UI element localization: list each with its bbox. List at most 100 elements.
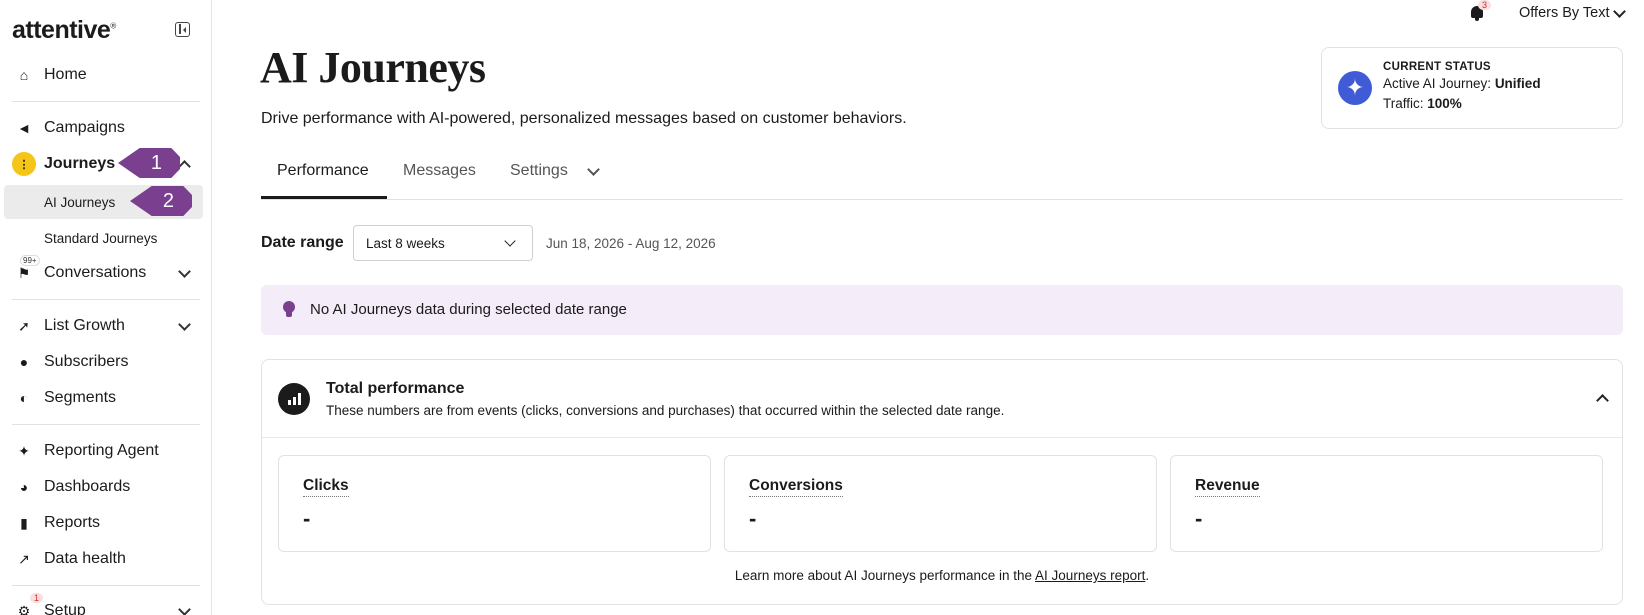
sidebar-item-label: AI Journeys bbox=[44, 194, 116, 210]
megaphone-icon: ◄ bbox=[17, 120, 31, 136]
chevron-up-icon[interactable] bbox=[178, 160, 191, 173]
tab-performance[interactable]: Performance bbox=[277, 162, 369, 180]
sidebar-item-label: Conversations bbox=[44, 264, 147, 281]
sidebar-item-reports[interactable]: ▮ Reports bbox=[0, 508, 211, 538]
metric-label[interactable]: Clicks bbox=[303, 477, 349, 497]
line-chart-icon: ↗ bbox=[18, 550, 30, 567]
sidebar-item-label: Dashboards bbox=[44, 478, 131, 495]
sidebar-divider bbox=[12, 424, 200, 425]
total-performance-card: Total performance These numbers are from… bbox=[261, 359, 1623, 605]
attentive-logo[interactable]: attentive® bbox=[12, 16, 116, 45]
sidebar-item-label: Campaigns bbox=[44, 119, 125, 136]
logo-trademark: ® bbox=[110, 21, 116, 31]
no-data-alert: No AI Journeys data during selected date… bbox=[261, 285, 1623, 335]
sidebar: attentive® ⌂ Home ◄ Campaigns ⋮ Journeys… bbox=[0, 0, 212, 615]
alert-text: No AI Journeys data during selected date… bbox=[310, 301, 627, 318]
sidebar-item-label: Journeys bbox=[44, 155, 116, 172]
card-divider bbox=[262, 437, 1622, 438]
sidebar-item-label: Reporting Agent bbox=[44, 442, 159, 459]
sidebar-item-dashboards[interactable]: ◕ Dashboards bbox=[0, 472, 211, 502]
sidebar-item-home[interactable]: ⌂ Home bbox=[0, 60, 211, 90]
sidebar-divider bbox=[12, 101, 200, 102]
conversations-badge: 99+ bbox=[20, 255, 40, 266]
metric-value: - bbox=[303, 506, 311, 531]
chevron-down-icon[interactable] bbox=[178, 265, 191, 278]
sidebar-item-campaigns[interactable]: ◄ Campaigns bbox=[0, 113, 211, 143]
sidebar-item-setup[interactable]: ⚙ 1 Setup bbox=[0, 593, 211, 615]
sidebar-item-reporting-agent[interactable]: ✦ Reporting Agent bbox=[0, 436, 211, 466]
performance-footer: Learn more about AI Journeys performance… bbox=[262, 568, 1622, 583]
gear-icon: ⚙ bbox=[17, 602, 31, 615]
sidebar-item-standard-journeys[interactable]: Standard Journeys bbox=[4, 221, 203, 255]
bar-chart-icon: ▮ bbox=[20, 514, 28, 531]
sidebar-item-subscribers[interactable]: ● Subscribers bbox=[0, 347, 211, 377]
sidebar-item-segments[interactable]: ◐ Segments bbox=[0, 383, 211, 413]
performance-description: These numbers are from events (clicks, c… bbox=[326, 403, 1005, 418]
people-icon: ● bbox=[19, 354, 29, 370]
notification-badge: 3 bbox=[1478, 0, 1492, 10]
sparkle-icon: ✦ bbox=[1338, 71, 1372, 105]
chevron-up-icon[interactable] bbox=[1596, 394, 1609, 407]
chevron-down-icon[interactable] bbox=[587, 163, 600, 176]
sidebar-item-label: Segments bbox=[44, 389, 117, 406]
lightbulb-base bbox=[286, 312, 292, 317]
page-subtitle: Drive performance with AI-powered, perso… bbox=[261, 110, 907, 127]
active-journey-line: Active AI Journey: Unified bbox=[1383, 76, 1541, 91]
bell-clapper bbox=[1475, 18, 1479, 21]
setup-badge: 1 bbox=[30, 593, 44, 603]
segments-icon: ◐ bbox=[19, 390, 29, 406]
sidebar-item-label: Standard Journeys bbox=[44, 230, 158, 246]
sidebar-item-label: List Growth bbox=[44, 317, 125, 334]
traffic-line: Traffic: 100% bbox=[1383, 96, 1462, 111]
marker-number: 2 bbox=[162, 189, 174, 212]
active-journey-value: Unified bbox=[1494, 76, 1541, 91]
sidebar-item-list-growth[interactable]: ➚ List Growth bbox=[0, 311, 211, 341]
collapse-sidebar-icon[interactable] bbox=[175, 22, 190, 37]
metric-value: - bbox=[749, 506, 757, 531]
marker-number: 1 bbox=[150, 151, 162, 174]
sparkle-icon: ✦ bbox=[18, 442, 30, 459]
metric-label[interactable]: Revenue bbox=[1195, 477, 1260, 497]
metric-label[interactable]: Conversions bbox=[749, 477, 843, 497]
chevron-down-icon[interactable] bbox=[178, 318, 191, 331]
conversations-icon: ⚑ bbox=[17, 264, 31, 281]
active-journey-label: Active AI Journey: bbox=[1383, 76, 1495, 91]
tab-settings[interactable]: Settings bbox=[510, 162, 568, 180]
sidebar-item-label: Data health bbox=[44, 550, 126, 567]
sidebar-item-conversations[interactable]: ⚑ 99+ Conversations bbox=[0, 255, 211, 288]
chevron-down-icon bbox=[504, 235, 516, 247]
current-status-card: ✦ CURRENT STATUS Active AI Journey: Unif… bbox=[1321, 47, 1623, 129]
metric-card-clicks: Clicks - bbox=[278, 455, 711, 552]
sidebar-item-data-health[interactable]: ↗ Data health bbox=[0, 544, 211, 574]
chevron-down-icon[interactable] bbox=[1613, 5, 1626, 18]
active-tab-indicator bbox=[261, 196, 387, 199]
tab-bar: Performance Messages Settings bbox=[261, 152, 1623, 200]
traffic-value: 100% bbox=[1427, 96, 1462, 111]
date-range-select[interactable]: Last 8 weeks bbox=[353, 225, 533, 261]
pie-icon: ◕ bbox=[19, 479, 29, 495]
bar-chart-icon bbox=[278, 383, 310, 415]
home-icon: ⌂ bbox=[19, 67, 29, 83]
metric-card-revenue: Revenue - bbox=[1170, 455, 1603, 552]
tab-messages[interactable]: Messages bbox=[403, 162, 476, 180]
journeys-icon: ⋮ bbox=[12, 152, 36, 176]
sidebar-divider bbox=[12, 299, 200, 300]
page-title: AI Journeys bbox=[260, 43, 486, 92]
traffic-label: Traffic: bbox=[1383, 96, 1428, 111]
date-range-text: Jun 18, 2026 - Aug 12, 2026 bbox=[546, 236, 716, 251]
metric-card-conversions: Conversions - bbox=[724, 455, 1157, 552]
date-range-value: Last 8 weeks bbox=[366, 236, 445, 251]
rocket-icon: ➚ bbox=[18, 317, 30, 334]
account-switcher[interactable]: Offers By Text bbox=[1519, 5, 1610, 21]
sidebar-item-label: Setup bbox=[44, 602, 86, 615]
sidebar-item-label: Home bbox=[44, 66, 87, 83]
status-heading: CURRENT STATUS bbox=[1383, 61, 1491, 73]
chevron-down-icon[interactable] bbox=[178, 603, 191, 615]
ai-journeys-report-link[interactable]: AI Journeys report bbox=[1035, 568, 1145, 583]
performance-title: Total performance bbox=[326, 380, 465, 397]
sidebar-item-label: Subscribers bbox=[44, 353, 129, 370]
sidebar-item-label: Reports bbox=[44, 514, 101, 531]
footer-end: . bbox=[1145, 568, 1150, 583]
footer-text: Learn more about AI Journeys performance… bbox=[734, 568, 1036, 583]
logo-text: attentive bbox=[12, 16, 111, 44]
